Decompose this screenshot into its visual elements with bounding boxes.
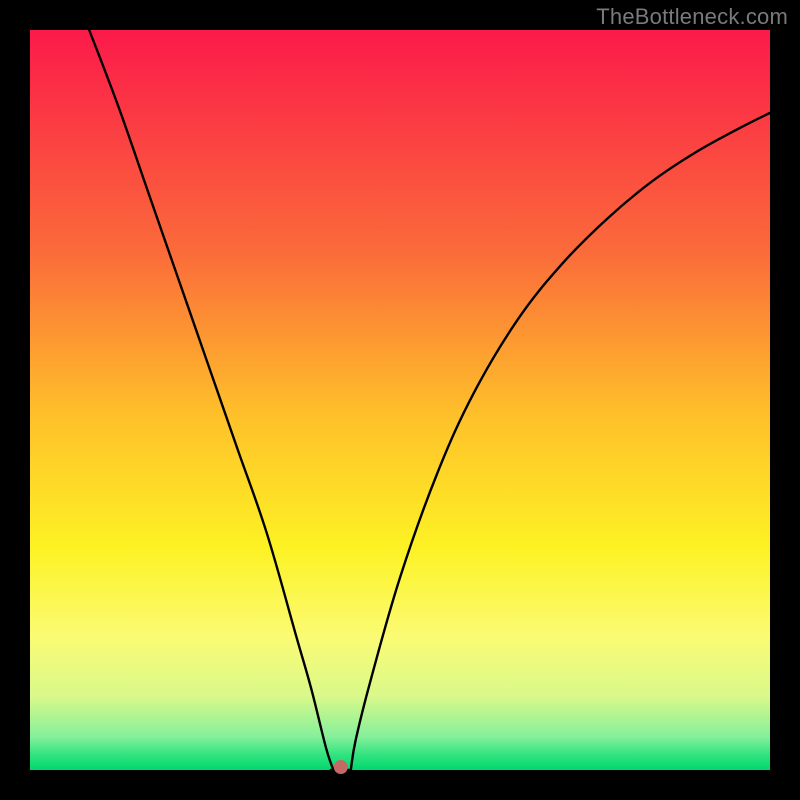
watermark-text: TheBottleneck.com (596, 4, 788, 30)
chart-canvas (0, 0, 800, 800)
min-marker (334, 760, 348, 774)
bottleneck-chart: TheBottleneck.com (0, 0, 800, 800)
